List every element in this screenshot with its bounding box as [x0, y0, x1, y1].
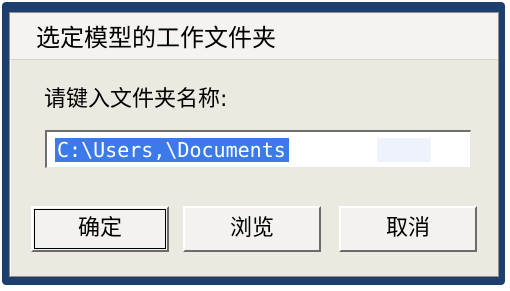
folder-path-selected-text: C:\Users,\Documents	[55, 138, 289, 162]
ok-button[interactable]: 确定	[31, 206, 169, 252]
cancel-button[interactable]: 取消	[339, 206, 477, 252]
dialog-title-bar: 选定模型的工作文件夹	[10, 13, 498, 60]
folder-name-label: 请键入文件夹名称:	[44, 87, 228, 112]
folder-path-hidden-text	[377, 138, 431, 162]
select-folder-dialog: 选定模型的工作文件夹 请键入文件夹名称: C:\Users,\Documents…	[9, 12, 499, 277]
folder-path-input[interactable]: C:\Users,\Documents	[45, 130, 471, 168]
dialog-title: 选定模型的工作文件夹	[36, 24, 276, 52]
browse-button[interactable]: 浏览	[183, 206, 321, 252]
screen: 选定模型的工作文件夹 请键入文件夹名称: C:\Users,\Documents…	[0, 0, 510, 291]
